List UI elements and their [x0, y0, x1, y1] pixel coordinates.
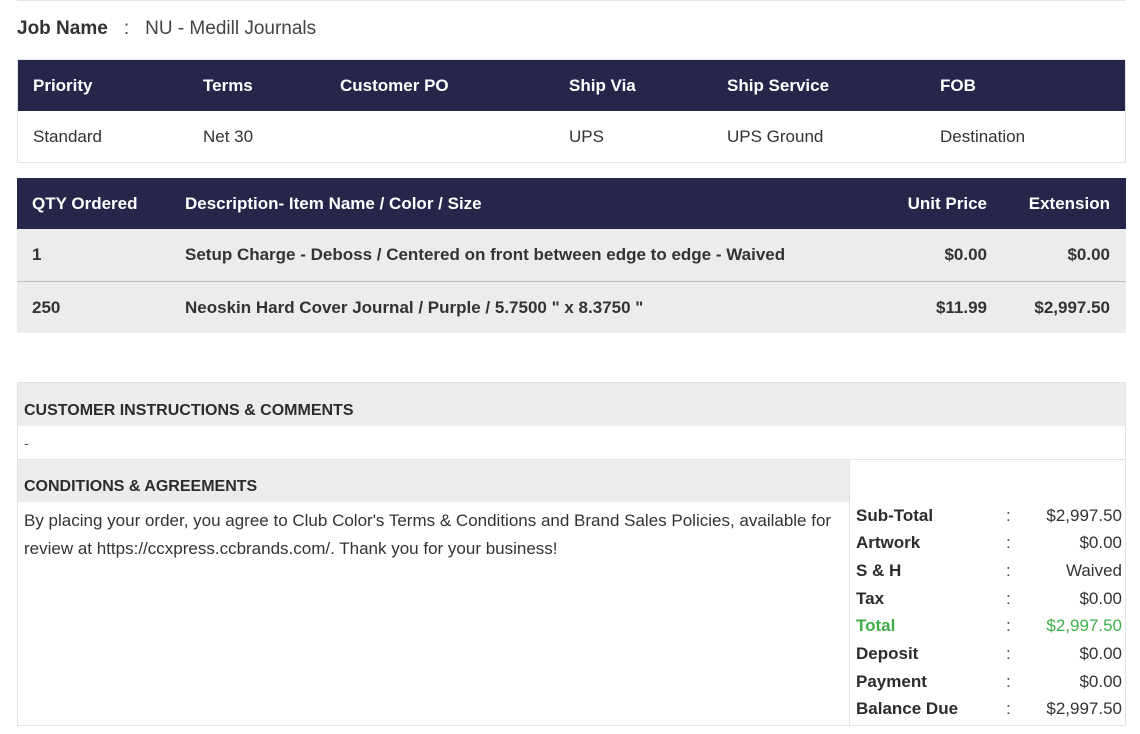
- row-extension: $2,997.50: [1034, 297, 1110, 317]
- customer-instructions-text: -: [24, 435, 29, 451]
- header-customer-po: Customer PO: [340, 75, 449, 95]
- deposit-value: $0.00: [1079, 643, 1122, 663]
- conditions-title: CONDITIONS & AGREEMENTS: [18, 460, 849, 502]
- row-extension: $0.00: [1067, 245, 1110, 264]
- order-info-header: Priority Terms Customer PO Ship Via Ship…: [18, 60, 1125, 111]
- deposit-label: Deposit: [856, 643, 919, 663]
- terms-value: Net 30: [203, 126, 254, 146]
- row-qty: 250: [32, 297, 61, 317]
- totals-panel: Sub-Total : $2,997.50 Artwork : $0.00 S …: [849, 460, 1125, 725]
- table-row: 250 Neoskin Hard Cover Journal / Purple …: [17, 281, 1126, 333]
- conditions-section: CONDITIONS & AGREEMENTS By placing your …: [18, 460, 849, 725]
- top-divider: [17, 0, 1126, 2]
- header-ship-service: Ship Service: [727, 75, 830, 95]
- customer-instructions-section: CUSTOMER INSTRUCTIONS & COMMENTS -: [17, 382, 1126, 460]
- subtotal-value: $2,997.50: [1046, 505, 1122, 525]
- payment-separator: :: [1006, 671, 1011, 691]
- shipping-handling-value: Waived: [1065, 560, 1122, 580]
- line-items-header: QTY Ordered Description- Item Name / Col…: [17, 178, 1126, 229]
- fob-value: Destination: [940, 126, 1026, 146]
- tax-label: Tax: [856, 588, 885, 608]
- balance-due-label: Balance Due: [856, 698, 959, 718]
- header-priority: Priority: [33, 75, 93, 95]
- priority-value: Standard: [33, 126, 102, 146]
- shipping-handling-row: S & H : Waived: [856, 557, 1122, 584]
- header-terms: Terms: [203, 75, 253, 95]
- header-fob: FOB: [940, 75, 976, 95]
- artwork-row: Artwork : $0.00: [856, 529, 1122, 556]
- order-info-table: Priority Terms Customer PO Ship Via Ship…: [17, 59, 1126, 163]
- artwork-separator: :: [1006, 532, 1011, 552]
- payment-value: $0.00: [1079, 671, 1122, 691]
- tax-row: Tax : $0.00: [856, 585, 1122, 612]
- header-unit-price: Unit Price: [907, 193, 987, 213]
- row-description: Neoskin Hard Cover Journal / Purple / 5.…: [185, 297, 644, 317]
- ship-service-value: UPS Ground: [727, 126, 824, 146]
- balance-due-row: Balance Due : $2,997.50: [856, 695, 1122, 722]
- customer-instructions-title: CUSTOMER INSTRUCTIONS & COMMENTS: [18, 383, 1125, 426]
- row-qty: 1: [32, 245, 42, 264]
- subtotal-row: Sub-Total : $2,997.50: [856, 502, 1122, 529]
- total-label: Total: [856, 615, 896, 635]
- total-separator: :: [1006, 615, 1011, 635]
- subtotal-separator: :: [1006, 505, 1011, 525]
- job-name-separator: :: [123, 18, 130, 39]
- job-name-value: NU - Medill Journals: [145, 18, 317, 39]
- job-name-row: Job Name : NU - Medill Journals: [17, 14, 316, 44]
- row-unit-price: $11.99: [935, 297, 987, 317]
- table-row: 1 Setup Charge - Deboss / Centered on fr…: [17, 229, 1126, 281]
- order-info-row: Standard Net 30 UPS UPS Ground Destinati…: [18, 111, 1125, 162]
- tax-value: $0.00: [1079, 588, 1122, 608]
- header-description: Description- Item Name / Color / Size: [185, 193, 482, 213]
- total-row: Total : $2,997.50: [856, 612, 1122, 639]
- deposit-separator: :: [1006, 643, 1011, 663]
- balance-due-value: $2,997.50: [1046, 698, 1122, 718]
- row-description: Setup Charge - Deboss / Centered on fron…: [185, 245, 786, 264]
- payment-row: Payment : $0.00: [856, 668, 1122, 695]
- payment-label: Payment: [856, 671, 927, 691]
- deposit-row: Deposit : $0.00: [856, 640, 1122, 667]
- summary-section: CONDITIONS & AGREEMENTS By placing your …: [17, 459, 1126, 726]
- artwork-label: Artwork: [856, 532, 921, 552]
- shipping-handling-label: S & H: [856, 560, 902, 580]
- balance-due-separator: :: [1006, 698, 1011, 718]
- subtotal-label: Sub-Total: [856, 505, 934, 525]
- artwork-value: $0.00: [1079, 532, 1122, 552]
- total-value: $2,997.50: [1046, 615, 1122, 635]
- header-qty: QTY Ordered: [32, 193, 138, 213]
- conditions-text: By placing your order, you agree to Club…: [24, 511, 832, 558]
- header-ship-via: Ship Via: [569, 75, 636, 95]
- shipping-handling-separator: :: [1006, 560, 1011, 580]
- job-name-label: Job Name: [17, 18, 108, 39]
- row-unit-price: $0.00: [944, 245, 987, 264]
- ship-via-value: UPS: [569, 126, 604, 146]
- line-items-table: QTY Ordered Description- Item Name / Col…: [17, 178, 1126, 333]
- tax-separator: :: [1006, 588, 1011, 608]
- header-extension: Extension: [1028, 193, 1110, 213]
